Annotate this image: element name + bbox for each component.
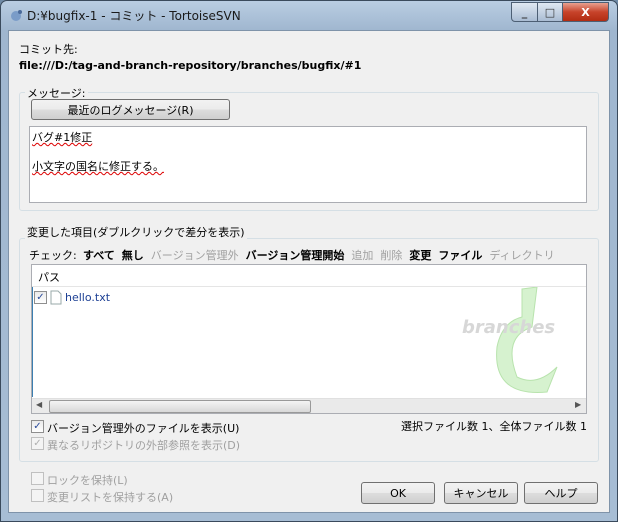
scroll-left-icon[interactable]: ◀ (36, 400, 42, 409)
show-unversioned-checkbox[interactable]: ✓ (31, 420, 44, 433)
file-count: 選択ファイル数 1、全体ファイル数 1 (401, 420, 587, 433)
show-externals-checkbox: ✓ (31, 437, 44, 450)
message-line-1: バグ#1修正 (32, 131, 93, 144)
commit-to-label: コミット先: (19, 43, 78, 56)
message-textarea[interactable]: バグ#1修正 小文字の国名に修正する。 (29, 126, 587, 203)
close-button[interactable]: X (562, 2, 609, 22)
filter-deleted: 削除 (380, 249, 403, 262)
file-name: hello.txt (65, 291, 111, 304)
close-icon: X (581, 5, 590, 19)
window-title: D:¥bugfix-1 - コミット - TortoiseSVN (27, 9, 241, 23)
column-path-label: パス (38, 271, 60, 284)
tortoisesvn-icon (11, 10, 22, 21)
column-header-path[interactable]: パス (32, 265, 586, 287)
filter-all[interactable]: すべて (83, 247, 115, 263)
show-externals-label: 異なるリポジトリの外部参照を表示(D) (47, 439, 241, 452)
filter-none[interactable]: 無し (122, 247, 144, 263)
minimize-icon: _ (521, 5, 528, 19)
file-checkbox[interactable]: ✓ (34, 291, 47, 304)
scrollbar-thumb[interactable] (49, 400, 311, 413)
keep-locks-label: ロックを保持(L) (47, 474, 128, 487)
keep-changelists-checkbox (31, 489, 44, 502)
keep-locks-checkbox (31, 472, 44, 485)
scroll-right-icon[interactable]: ▶ (575, 400, 581, 409)
message-line-2: 小文字の国名に修正する。 (32, 160, 164, 173)
keep-changelists-label: 変更リストを保持する(A) (47, 491, 174, 504)
filter-unversioned: バージョン管理外 (150, 249, 239, 262)
maximize-icon: □ (544, 5, 556, 19)
cancel-button[interactable]: キャンセル (444, 482, 518, 504)
filter-directories: ディレクトリ (489, 249, 555, 262)
horizontal-scrollbar[interactable]: ◀ ▶ (32, 398, 586, 413)
maximize-button[interactable]: □ (537, 2, 563, 22)
filter-files[interactable]: ファイル (438, 247, 482, 263)
minimize-button[interactable]: _ (511, 2, 538, 22)
ok-button[interactable]: OK (361, 482, 435, 504)
file-icon (50, 290, 62, 305)
filter-added: 追加 (351, 249, 374, 262)
show-unversioned-label[interactable]: バージョン管理外のファイルを表示(U) (47, 420, 239, 436)
watermark-text: branches (462, 317, 556, 338)
filter-versioned[interactable]: バージョン管理開始 (246, 247, 345, 263)
recent-messages-button[interactable]: 最近のログメッセージ(R) (31, 99, 230, 120)
filter-modified[interactable]: 変更 (409, 247, 431, 263)
branches-watermark-icon (496, 287, 558, 393)
dialog-client: コミット先: file:///D:/tag-and-branch-reposit… (8, 30, 610, 513)
check-filters: すべて 無し バージョン管理外 バージョン管理開始 追加 削除 変更 ファイル … (83, 247, 555, 263)
help-button[interactable]: ヘルプ (524, 482, 598, 504)
file-list[interactable]: パス ✓ hello.txt branches ◀ ▶ (31, 264, 587, 414)
table-row[interactable]: ✓ hello.txt (34, 290, 110, 305)
commit-url: file:///D:/tag-and-branch-repository/bra… (19, 59, 362, 72)
check-label: チェック: (29, 249, 77, 262)
changes-group-label: 変更した項目(ダブルクリックで差分を表示) (25, 224, 247, 240)
